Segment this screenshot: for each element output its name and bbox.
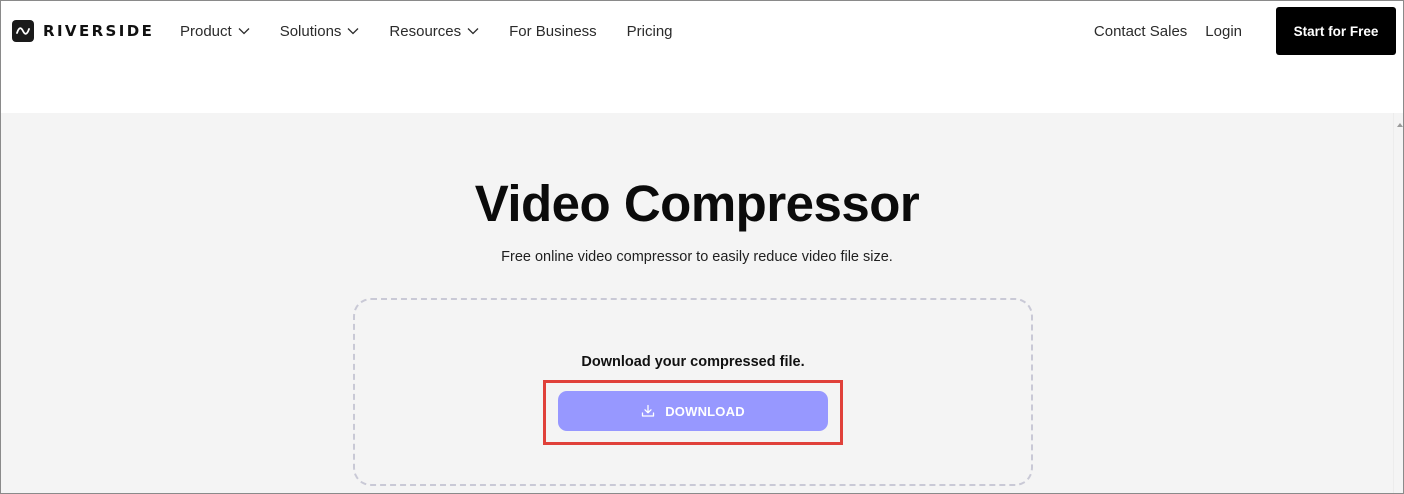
download-icon: [642, 404, 655, 417]
page-title: Video Compressor: [474, 175, 920, 232]
chevron-down-icon: [347, 28, 359, 35]
chevron-down-icon: [238, 28, 250, 35]
browser-frame: RIVERSIDE Product Solutions Resources Fo…: [0, 0, 1404, 494]
compressor-section: Video Compressor Free online video compr…: [1, 113, 1393, 493]
page-subtitle: Free online video compressor to easily r…: [501, 249, 893, 265]
chevron-down-icon: [467, 28, 479, 35]
riverside-logo[interactable]: RIVERSIDE: [12, 19, 154, 43]
nav-item-label: Pricing: [626, 22, 673, 40]
nav-item-label: Product: [180, 22, 232, 40]
login-link[interactable]: Login: [1205, 23, 1242, 40]
header-actions: Contact Sales Login Start for Free: [1094, 7, 1396, 55]
nav-item-label: Solutions: [279, 22, 342, 40]
download-button-label: DOWNLOAD: [665, 403, 745, 419]
nav-item-for-business[interactable]: For Business: [509, 23, 597, 40]
waveform-icon: [12, 20, 34, 42]
nav-item-resources[interactable]: Resources: [389, 23, 479, 40]
logo-text: RIVERSIDE: [43, 22, 155, 40]
start-for-free-button[interactable]: Start for Free: [1276, 7, 1396, 55]
download-button[interactable]: DOWNLOAD: [558, 391, 828, 431]
nav-item-label: Resources: [389, 22, 462, 40]
scroll-up-arrow-icon[interactable]: [1397, 123, 1403, 127]
upload-dropzone: Download your compressed file. DOWNLOAD: [353, 298, 1033, 486]
site-header: RIVERSIDE Product Solutions Resources Fo…: [1, 1, 1403, 113]
main-nav: Product Solutions Resources For Business…: [180, 20, 703, 42]
nav-item-product[interactable]: Product: [180, 23, 250, 40]
nav-item-label: For Business: [509, 22, 597, 40]
nav-item-pricing[interactable]: Pricing: [627, 23, 673, 40]
contact-sales-link[interactable]: Contact Sales: [1094, 23, 1187, 40]
vertical-scrollbar[interactable]: [1393, 113, 1403, 493]
download-message: Download your compressed file.: [581, 354, 805, 370]
nav-item-solutions[interactable]: Solutions: [280, 23, 360, 40]
